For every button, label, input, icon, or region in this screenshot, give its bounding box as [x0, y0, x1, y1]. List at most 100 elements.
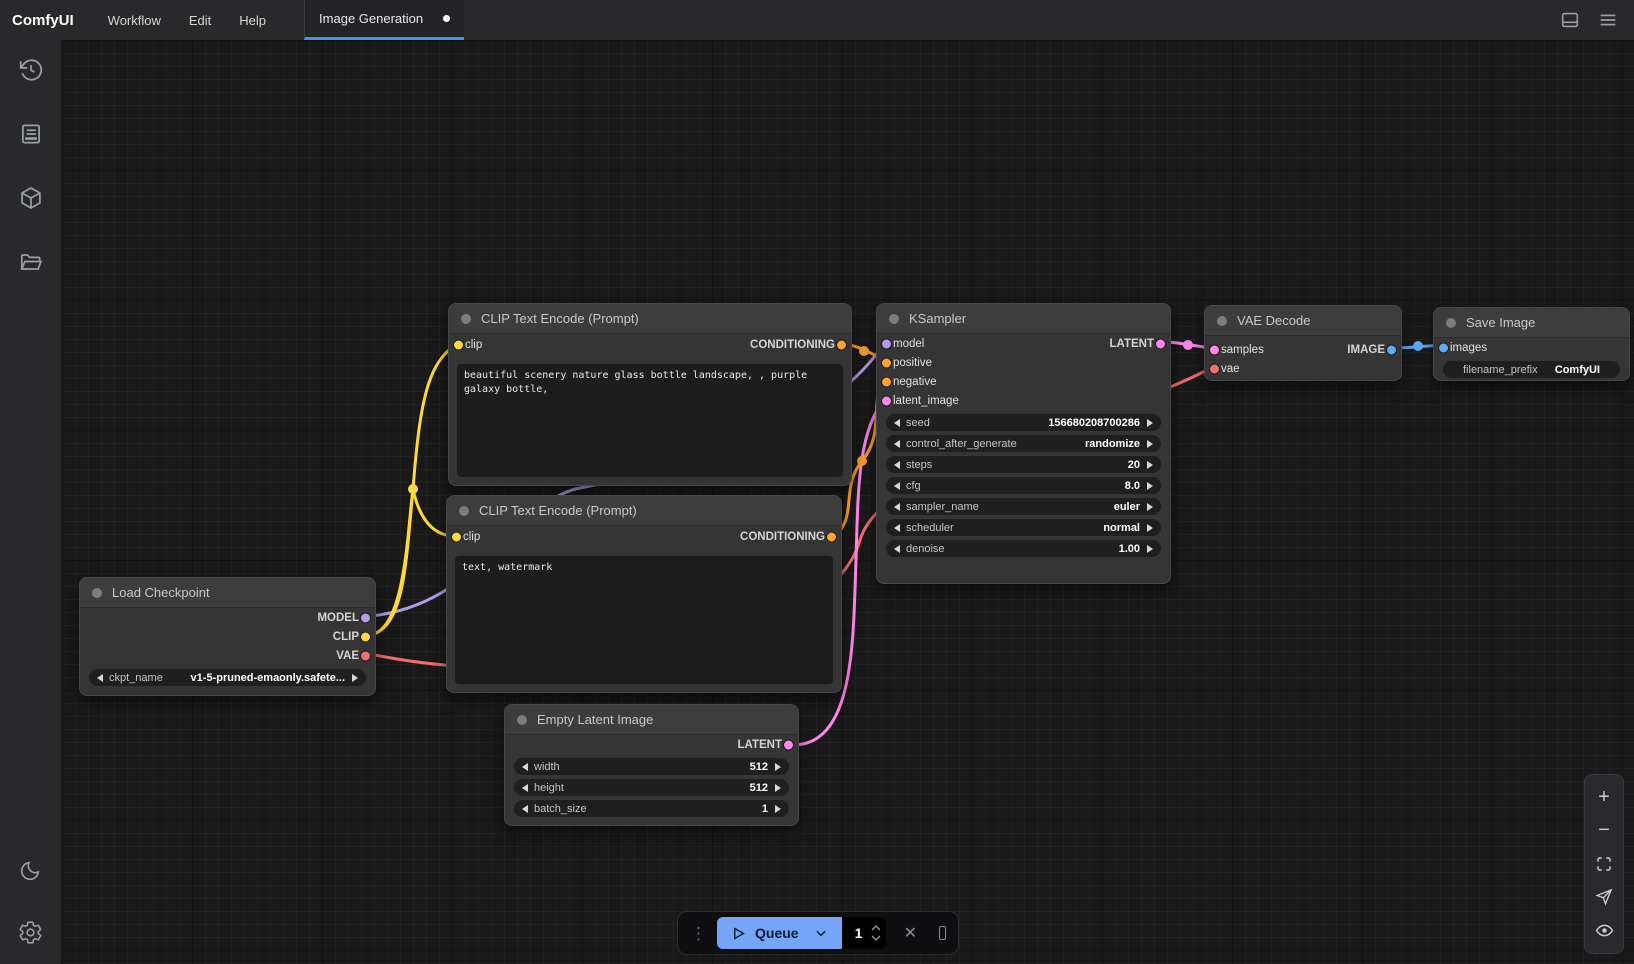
- port-conditioning-output[interactable]: [827, 533, 836, 542]
- widget-width[interactable]: width 512: [514, 758, 789, 775]
- increment-icon[interactable]: [1147, 503, 1153, 511]
- decrement-icon[interactable]: [894, 419, 900, 427]
- collapse-dot-icon[interactable]: [461, 314, 471, 324]
- node-empty-latent-image[interactable]: Empty Latent Image LATENT width 512 heig…: [504, 704, 799, 826]
- node-title-bar[interactable]: Load Checkpoint: [80, 578, 375, 608]
- port-conditioning-output[interactable]: [837, 341, 846, 350]
- chevron-down-icon: [814, 926, 828, 940]
- drag-handle-icon[interactable]: ⋮: [690, 925, 707, 942]
- fit-view-icon[interactable]: [1590, 850, 1618, 878]
- collapse-dot-icon[interactable]: [889, 314, 899, 324]
- port-clip-input[interactable]: [454, 341, 463, 350]
- node-title-bar[interactable]: CLIP Text Encode (Prompt): [449, 304, 851, 334]
- tab-image-generation[interactable]: Image Generation: [304, 0, 464, 40]
- port-positive-input[interactable]: [882, 358, 891, 367]
- spin-down-icon[interactable]: [870, 934, 882, 942]
- node-save-image[interactable]: Save Image images filename_prefix ComfyU…: [1433, 307, 1630, 381]
- decrement-icon[interactable]: [894, 545, 900, 553]
- zoom-out-icon[interactable]: −: [1590, 817, 1618, 845]
- decrement-icon[interactable]: [894, 461, 900, 469]
- pan-navigate-icon[interactable]: [1590, 883, 1618, 911]
- queue-log-icon[interactable]: [9, 112, 53, 156]
- widget-ckpt-name[interactable]: ckpt_name v1-5-pruned-emaonly.safete...: [89, 669, 366, 686]
- prev-value-icon[interactable]: [97, 674, 103, 682]
- increment-icon[interactable]: [1147, 419, 1153, 427]
- stop-square-icon[interactable]: [939, 926, 946, 940]
- toggle-visibility-eye-icon[interactable]: [1590, 916, 1618, 944]
- queue-button[interactable]: Queue: [717, 917, 842, 949]
- port-model-input[interactable]: [882, 339, 891, 348]
- port-model-output[interactable]: [361, 613, 370, 622]
- widget-height[interactable]: height 512: [514, 779, 789, 796]
- collapse-dot-icon[interactable]: [1217, 316, 1227, 326]
- decrement-icon[interactable]: [894, 524, 900, 532]
- menu-edit[interactable]: Edit: [175, 0, 225, 40]
- prompt-textarea[interactable]: text, watermark: [455, 556, 833, 684]
- node-title-bar[interactable]: Save Image: [1434, 308, 1629, 338]
- port-clip-input[interactable]: [452, 533, 461, 542]
- widget-scheduler[interactable]: scheduler normal: [886, 519, 1161, 536]
- port-latent-image-input[interactable]: [882, 396, 891, 405]
- widget-filename-prefix[interactable]: filename_prefix ComfyUI: [1443, 361, 1620, 378]
- port-latent-output[interactable]: [1156, 339, 1165, 348]
- increment-icon[interactable]: [1147, 545, 1153, 553]
- increment-icon[interactable]: [1147, 482, 1153, 490]
- decrement-icon[interactable]: [522, 784, 528, 792]
- node-graph-canvas[interactable]: [62, 40, 1634, 964]
- port-clip-output[interactable]: [361, 632, 370, 641]
- prompt-textarea[interactable]: beautiful scenery nature glass bottle la…: [457, 364, 843, 477]
- node-title-bar[interactable]: KSampler: [877, 304, 1170, 334]
- collapse-dot-icon[interactable]: [92, 588, 102, 598]
- widget-batch-size[interactable]: batch_size 1: [514, 800, 789, 817]
- port-samples-input[interactable]: [1210, 345, 1219, 354]
- node-clip-text-encode-negative[interactable]: CLIP Text Encode (Prompt) clip CONDITION…: [446, 495, 842, 693]
- decrement-icon[interactable]: [894, 482, 900, 490]
- increment-icon[interactable]: [1147, 440, 1153, 448]
- widget-seed[interactable]: seed 156680208700286: [886, 414, 1161, 431]
- widget-sampler-name[interactable]: sampler_name euler: [886, 498, 1161, 515]
- hamburger-menu-icon[interactable]: [1596, 8, 1620, 32]
- collapse-dot-icon[interactable]: [517, 715, 527, 725]
- zoom-in-icon[interactable]: +: [1590, 784, 1618, 812]
- decrement-icon[interactable]: [522, 805, 528, 813]
- increment-icon[interactable]: [1147, 524, 1153, 532]
- node-ksampler[interactable]: KSampler model LATENT positive negative …: [876, 303, 1171, 584]
- collapse-dot-icon[interactable]: [459, 506, 469, 516]
- history-icon[interactable]: [9, 48, 53, 92]
- port-images-input[interactable]: [1439, 343, 1448, 352]
- increment-icon[interactable]: [775, 805, 781, 813]
- workflows-folder-icon[interactable]: [9, 240, 53, 284]
- decrement-icon[interactable]: [894, 440, 900, 448]
- node-title-bar[interactable]: VAE Decode: [1205, 306, 1401, 336]
- increment-icon[interactable]: [1147, 461, 1153, 469]
- port-vae-input[interactable]: [1210, 364, 1219, 373]
- clear-queue-icon[interactable]: ✕: [904, 923, 917, 943]
- next-value-icon[interactable]: [352, 674, 358, 682]
- spin-up-icon[interactable]: [870, 924, 882, 932]
- settings-gear-icon[interactable]: [9, 910, 53, 954]
- node-title-bar[interactable]: Empty Latent Image: [505, 705, 798, 735]
- port-latent-output[interactable]: [784, 740, 793, 749]
- node-vae-decode[interactable]: VAE Decode samples IMAGE vae: [1204, 305, 1402, 381]
- port-image-output[interactable]: [1387, 345, 1396, 354]
- increment-icon[interactable]: [775, 784, 781, 792]
- widget-steps[interactable]: steps 20: [886, 456, 1161, 473]
- node-title-bar[interactable]: CLIP Text Encode (Prompt): [447, 496, 841, 526]
- port-negative-input[interactable]: [882, 377, 891, 386]
- widget-cfg[interactable]: cfg 8.0: [886, 477, 1161, 494]
- menu-help[interactable]: Help: [225, 0, 280, 40]
- widget-control-after-generate[interactable]: control_after_generate randomize: [886, 435, 1161, 452]
- bottom-panel-icon[interactable]: [1558, 8, 1582, 32]
- port-vae-output[interactable]: [361, 651, 370, 660]
- increment-icon[interactable]: [775, 763, 781, 771]
- menu-workflow[interactable]: Workflow: [94, 0, 175, 40]
- theme-moon-icon[interactable]: [9, 848, 53, 892]
- batch-count-field[interactable]: 1: [842, 917, 886, 949]
- node-clip-text-encode-positive[interactable]: CLIP Text Encode (Prompt) clip CONDITION…: [448, 303, 852, 486]
- node-library-cube-icon[interactable]: [9, 176, 53, 220]
- widget-denoise[interactable]: denoise 1.00: [886, 540, 1161, 557]
- collapse-dot-icon[interactable]: [1446, 318, 1456, 328]
- decrement-icon[interactable]: [894, 503, 900, 511]
- node-load-checkpoint[interactable]: Load Checkpoint MODEL CLIP VAE ckpt_name…: [79, 577, 376, 696]
- decrement-icon[interactable]: [522, 763, 528, 771]
